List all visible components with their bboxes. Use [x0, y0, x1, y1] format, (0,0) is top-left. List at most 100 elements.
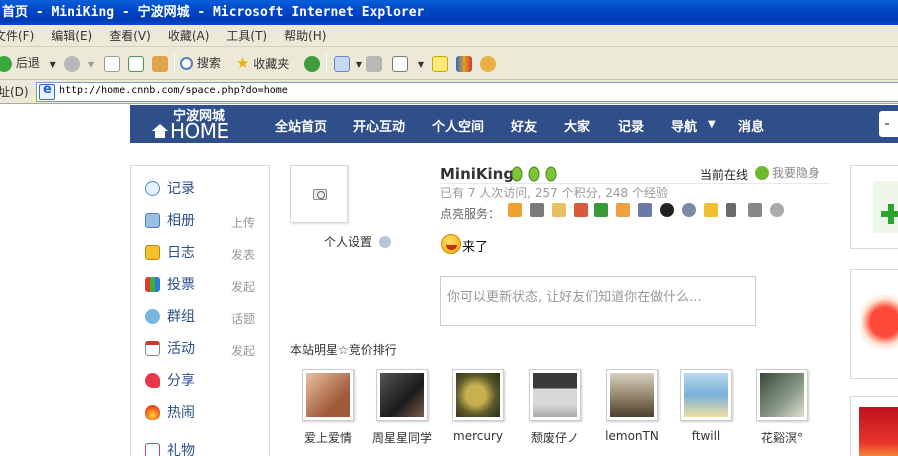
- home-icon: [152, 55, 168, 72]
- stop-button[interactable]: [104, 52, 120, 74]
- menu-file[interactable]: 文件(F): [0, 25, 34, 47]
- album-upload-link[interactable]: 上传: [231, 214, 255, 231]
- phone-icon[interactable]: [726, 203, 736, 217]
- sidebar-item-share[interactable]: 分享: [145, 370, 263, 390]
- edit-button[interactable]: ▼: [392, 52, 424, 74]
- search-button[interactable]: 搜索: [180, 52, 221, 74]
- speech-bubble-icon: [145, 181, 160, 196]
- nav-dropdown-icon[interactable]: ▼: [708, 119, 716, 130]
- smiley-icon: [441, 234, 461, 254]
- camera-icon[interactable]: [770, 203, 784, 217]
- star-photo: [380, 373, 424, 417]
- ie-page-icon: [39, 82, 55, 100]
- right-panel-invite[interactable]: [850, 165, 898, 249]
- back-button[interactable]: 后退 ▼: [0, 52, 56, 74]
- home-logo-icon: [152, 124, 168, 138]
- menu-help[interactable]: 帮助(H): [284, 25, 326, 47]
- star-avatar[interactable]: [302, 369, 354, 421]
- service-icon[interactable]: [616, 203, 630, 217]
- service-icon[interactable]: [574, 203, 588, 217]
- service-icon[interactable]: [748, 203, 762, 217]
- forward-button[interactable]: ▼: [64, 52, 94, 74]
- star-avatar[interactable]: [680, 369, 732, 421]
- mail-button[interactable]: ▼: [334, 52, 362, 74]
- sidebar-item-poll[interactable]: 投票 发起: [145, 274, 263, 294]
- group-topic-link[interactable]: 话题: [231, 310, 255, 327]
- nav-item-home[interactable]: 全站首页: [275, 116, 327, 135]
- menu-edit[interactable]: 编辑(E): [51, 25, 92, 47]
- star-name[interactable]: 花谿溟°: [732, 429, 832, 446]
- username[interactable]: MiniKing: [440, 165, 514, 183]
- star-photo: [684, 373, 728, 417]
- messenger-button[interactable]: [480, 52, 496, 74]
- sidebar-item-hot[interactable]: 热闹: [145, 402, 263, 422]
- sidebar-item-records[interactable]: 记录: [145, 178, 263, 198]
- right-panel-gift[interactable]: [850, 269, 898, 379]
- messenger-icon: [480, 55, 496, 72]
- forward-dropdown-icon[interactable]: ▼: [88, 60, 94, 69]
- personal-settings-link[interactable]: 个人设置: [324, 233, 372, 250]
- poll-create-link[interactable]: 发起: [231, 278, 255, 295]
- research-button[interactable]: [456, 52, 472, 74]
- profile-stats: 已有 7 人次访问, 257 个积分, 248 个经验: [440, 186, 668, 200]
- sidebar-item-blog[interactable]: 日志 发表: [145, 242, 263, 262]
- service-icon[interactable]: [638, 203, 652, 217]
- discuss-button[interactable]: [432, 52, 448, 74]
- sidebar-item-gift[interactable]: 礼物: [145, 440, 263, 456]
- window-title: 首页 - MiniKing - 宁波网城 - Microsoft Interne…: [2, 5, 425, 20]
- back-dropdown-icon[interactable]: ▼: [50, 60, 56, 69]
- nav-item-friends[interactable]: 好友: [511, 116, 537, 135]
- print-button[interactable]: [366, 52, 382, 74]
- event-create-link[interactable]: 发起: [231, 342, 255, 359]
- hide-button[interactable]: 我要隐身: [755, 164, 820, 181]
- blog-post-link[interactable]: 发表: [231, 246, 255, 263]
- nav-search-box[interactable]: [879, 111, 898, 137]
- star-avatar[interactable]: [452, 369, 504, 421]
- qq-icon[interactable]: [660, 203, 674, 217]
- chevron-down-icon[interactable]: [379, 236, 391, 248]
- photo-icon: [145, 213, 160, 228]
- address-field[interactable]: http://home.cnnb.com/space.php?do=home: [36, 82, 898, 102]
- star-avatar[interactable]: [606, 369, 658, 421]
- sidebar-item-group[interactable]: 群组 话题: [145, 306, 263, 326]
- service-icon[interactable]: [682, 203, 696, 217]
- nav-item-interact[interactable]: 开心互动: [353, 116, 405, 135]
- service-icon[interactable]: [530, 203, 544, 217]
- mail-icon[interactable]: [704, 203, 718, 217]
- nav-item-records[interactable]: 记录: [618, 116, 644, 135]
- home-button[interactable]: [152, 52, 168, 74]
- sidebar-item-album[interactable]: 相册 上传: [145, 210, 263, 230]
- star-avatar[interactable]: [376, 369, 428, 421]
- favorites-button[interactable]: ★ 收藏夹: [236, 52, 289, 74]
- address-url[interactable]: http://home.cnnb.com/space.php?do=home: [59, 85, 288, 96]
- site-logo-en[interactable]: HOME: [170, 119, 229, 143]
- leaf-icon: [545, 166, 557, 182]
- leaf-icon: [511, 166, 523, 182]
- star-avatar[interactable]: [529, 369, 581, 421]
- star-photo: [533, 373, 577, 417]
- edit-dropdown-icon[interactable]: ▼: [418, 60, 424, 69]
- menu-favorites[interactable]: 收藏(A): [168, 25, 210, 47]
- nav-item-space[interactable]: 个人空间: [432, 116, 484, 135]
- status-input[interactable]: 你可以更新状态, 让好友们知道你在做什么...: [440, 276, 756, 326]
- sidebar-item-event[interactable]: 活动 发起: [145, 338, 263, 358]
- service-home-icon[interactable]: [594, 203, 608, 217]
- mail-dropdown-icon[interactable]: ▼: [356, 60, 362, 69]
- menu-view[interactable]: 查看(V): [109, 25, 151, 47]
- avatar[interactable]: [290, 165, 348, 223]
- right-panel-promo[interactable]: [850, 396, 898, 456]
- menu-tools[interactable]: 工具(T): [226, 25, 267, 47]
- star-avatar[interactable]: [756, 369, 808, 421]
- shield-icon: [456, 55, 472, 72]
- refresh-button[interactable]: [128, 52, 144, 74]
- service-icon[interactable]: [552, 203, 566, 217]
- nav-item-everyone[interactable]: 大家: [564, 116, 590, 135]
- service-icon[interactable]: [508, 203, 522, 217]
- star-icon: ★: [236, 54, 250, 72]
- mood-text: 来了: [462, 240, 489, 255]
- nav-item-messages[interactable]: 消息: [738, 116, 764, 135]
- mail-icon: [334, 55, 350, 72]
- back-arrow-icon: [0, 55, 12, 72]
- history-button[interactable]: [304, 52, 320, 74]
- nav-item-navigation[interactable]: 导航: [671, 116, 697, 135]
